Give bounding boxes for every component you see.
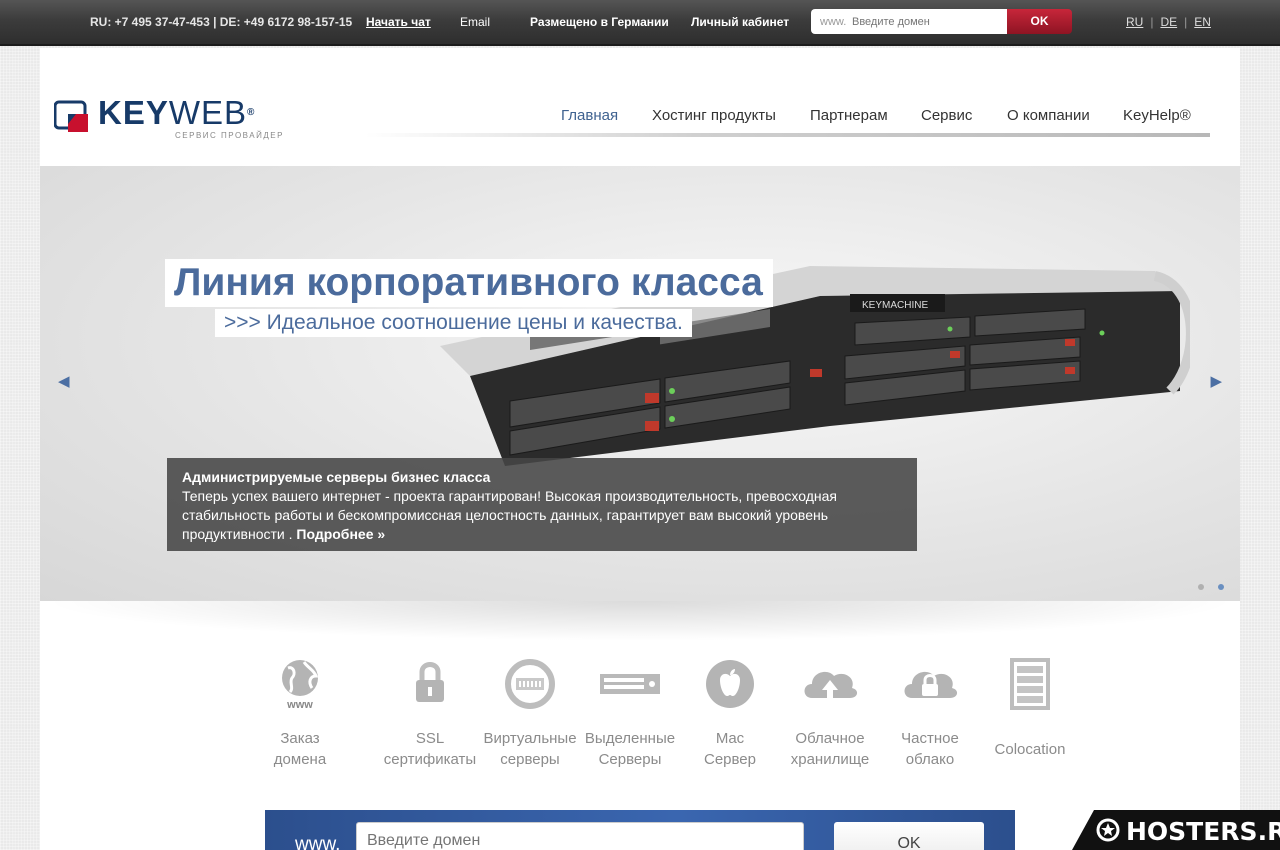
product-colocation[interactable]: Colocation	[980, 658, 1080, 760]
page-container: KEYWEB® СЕРВИС ПРОВАЙДЕР Главная Хостинг…	[40, 48, 1240, 850]
domain-prefix: www.	[295, 834, 341, 850]
domain-search-ok-button[interactable]: OK	[834, 822, 984, 850]
product-label: Частное облако	[901, 730, 959, 768]
product-label: Облачное хранилище	[790, 730, 870, 768]
globe-www-icon: www	[282, 660, 319, 711]
product-label: SSL сертификаты	[383, 730, 477, 768]
product-links: www Заказ домена SSL сертификаты Виртуал…	[250, 658, 1065, 778]
personal-account-link[interactable]: Личный кабинет	[691, 15, 789, 29]
product-label: Виртуальные серверы	[483, 730, 577, 768]
hosted-in-germany-link[interactable]: Размещено в Германии	[530, 15, 669, 29]
slider-prev-arrow[interactable]: ◀	[58, 372, 70, 390]
cloud-lock-icon	[904, 671, 958, 698]
rack-server-icon	[600, 674, 660, 694]
product-label: Заказ домена	[273, 730, 327, 768]
lang-de[interactable]: DE	[1160, 15, 1177, 29]
nav-service[interactable]: Сервис	[921, 107, 972, 124]
slide-caption: Администрируемые серверы бизнес класса Т…	[167, 458, 917, 551]
slide-title: Линия корпоративного класса	[165, 259, 773, 307]
svg-text:www: www	[286, 699, 313, 710]
apple-icon	[706, 660, 754, 708]
product-mac-server[interactable]: Mac Сервер	[680, 658, 780, 770]
top-bar: RU: +7 495 37-47-453 | DE: +49 6172 98-1…	[0, 0, 1280, 46]
slide-subtitle: >>> Идеальное соотношение цены и качеств…	[215, 309, 692, 337]
cloud-upload-icon	[804, 671, 858, 698]
server-brand-label: KEYMACHINE	[862, 300, 928, 311]
domain-search-input[interactable]	[356, 822, 804, 850]
slider-shadow	[40, 601, 1240, 641]
padlock-icon	[416, 662, 444, 702]
nav-about[interactable]: О компании	[1007, 107, 1090, 124]
nav-partners[interactable]: Партнерам	[810, 107, 888, 124]
caption-text: Теперь успех вашего интернет - проекта г…	[182, 488, 837, 542]
slider-dots	[1184, 577, 1224, 595]
virtual-server-icon	[505, 659, 555, 709]
product-label: Mac Сервер	[703, 730, 756, 768]
lang-en[interactable]: EN	[1194, 15, 1211, 29]
lang-ru[interactable]: RU	[1126, 15, 1143, 29]
hosters-watermark: HOSTERS.RU	[1072, 810, 1280, 850]
contact-phones: RU: +7 495 37-47-453 | DE: +49 6172 98-1…	[90, 15, 353, 29]
product-private-cloud[interactable]: Частное облако	[880, 658, 980, 770]
product-label: Colocation	[994, 741, 1066, 758]
product-virtual-servers[interactable]: Виртуальные серверы	[480, 658, 580, 770]
product-dedicated-servers[interactable]: Выделенные Серверы	[580, 658, 680, 770]
watermark-text: HOSTERS.RU	[1126, 817, 1280, 846]
product-label: Выделенные Серверы	[584, 730, 676, 768]
nav-underline	[365, 133, 1210, 137]
slider-dot-2[interactable]	[1218, 584, 1224, 590]
caption-more-link[interactable]: Подробнее »	[296, 526, 385, 542]
product-cloud-storage[interactable]: Облачное хранилище	[780, 658, 880, 770]
slider-next-arrow[interactable]: ▶	[1210, 372, 1222, 390]
start-chat-link[interactable]: Начать чат	[366, 15, 431, 29]
email-link[interactable]: Email	[460, 15, 490, 29]
nav-home[interactable]: Главная	[561, 107, 618, 124]
caption-title: Администрируемые серверы бизнес класса	[182, 469, 491, 485]
server-cabinet-icon	[1010, 658, 1050, 710]
top-search-prefix: www.	[820, 16, 847, 28]
hero-slider: KEYMACHINE Линия корпоративного класса >…	[40, 166, 1240, 601]
top-search-ok-button[interactable]: OK	[1007, 9, 1072, 34]
nav-hosting-products[interactable]: Хостинг продукты	[652, 107, 776, 124]
product-ssl[interactable]: SSL сертификаты	[380, 658, 480, 770]
language-switcher: RU | DE | EN	[1126, 15, 1211, 29]
slider-dot-1[interactable]	[1198, 584, 1204, 590]
domain-search-bar: www. OK	[265, 810, 1015, 850]
nav-keyhelp[interactable]: KeyHelp®	[1123, 107, 1191, 124]
product-domain-order[interactable]: www Заказ домена	[250, 658, 350, 770]
